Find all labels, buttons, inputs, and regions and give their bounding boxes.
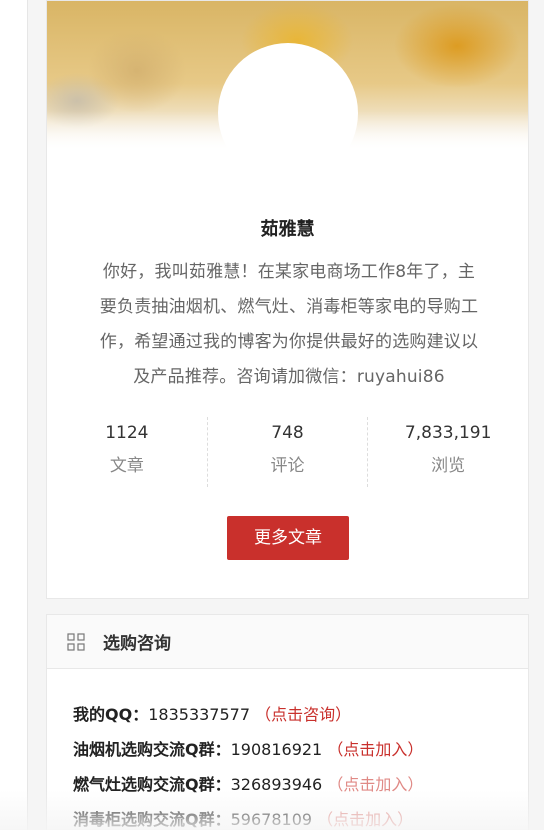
purchase-consult-card: 选购咨询 我的QQ：1835337577 （点击咨询） 油烟机选购交流Q群：19… [46, 614, 529, 830]
bio-line: 及产品推荐。咨询请加微信：ruyahui86 [133, 367, 445, 387]
consult-link[interactable]: 点击咨询 [271, 705, 335, 724]
row-label: 燃气灶选购交流Q群： [73, 775, 231, 794]
consult-header: 选购咨询 [47, 615, 528, 669]
stat-label: 文章 [109, 456, 144, 476]
grid-icon [67, 632, 85, 651]
author-stats: 1124 文章 748 评论 7,833,191 浏览 [47, 417, 528, 487]
author-bio: 你好，我叫茹雅慧！在某家电商场工作8年了，主 要负责抽油烟机、燃气灶、消毒柜等家… [69, 255, 509, 395]
left-sidebar-edge [0, 0, 28, 830]
row-label: 油烟机选购交流Q群： [73, 740, 231, 759]
row-label: 我的QQ： [73, 705, 149, 724]
join-group-link[interactable]: 点击加入 [343, 740, 407, 759]
join-group-link[interactable]: 点击加入 [343, 775, 407, 794]
author-name: 茹雅慧 [260, 219, 315, 240]
stat-value: 748 [271, 423, 304, 443]
consult-title: 选购咨询 [103, 634, 171, 654]
stat-comments: 748 评论 [206, 417, 368, 487]
stat-label: 评论 [270, 456, 305, 476]
bio-line: 你好，我叫茹雅慧！在某家电商场工作8年了，主 [102, 262, 476, 282]
consult-row-cabinet-group: 消毒柜选购交流Q群：59678109 （点击加入） [73, 810, 414, 829]
bio-line: 作，希望通过我的博客为你提供最好的选购建议以 [99, 332, 479, 352]
row-number: 190816921 [230, 740, 323, 759]
consult-row-stove-group: 燃气灶选购交流Q群：326893946 （点击加入） [73, 775, 424, 794]
stat-views: 7,833,191 浏览 [367, 417, 528, 487]
stat-label: 浏览 [431, 456, 466, 476]
row-number: 59678109 [230, 810, 313, 829]
stat-value: 7,833,191 [404, 423, 492, 443]
bio-line: 要负责抽油烟机、燃气灶、消毒柜等家电的导购工 [99, 297, 479, 317]
row-label: 消毒柜选购交流Q群： [73, 810, 231, 829]
stat-articles: 1124 文章 [47, 417, 207, 487]
avatar[interactable] [218, 43, 358, 183]
join-group-link[interactable]: 点击加入 [333, 810, 397, 829]
row-number: 326893946 [230, 775, 323, 794]
more-articles-button[interactable]: 更多文章 [227, 516, 349, 560]
author-profile-card: 茹雅慧 你好，我叫茹雅慧！在某家电商场工作8年了，主 要负责抽油烟机、燃气灶、消… [46, 0, 529, 599]
consult-row-hood-group: 油烟机选购交流Q群：190816921 （点击加入） [73, 740, 424, 759]
stat-value: 1124 [105, 423, 149, 443]
consult-row-qq: 我的QQ：1835337577 （点击咨询） [73, 705, 352, 724]
row-number: 1835337577 [148, 705, 251, 724]
consult-list: 我的QQ：1835337577 （点击咨询） 油烟机选购交流Q群：1908169… [47, 669, 528, 830]
